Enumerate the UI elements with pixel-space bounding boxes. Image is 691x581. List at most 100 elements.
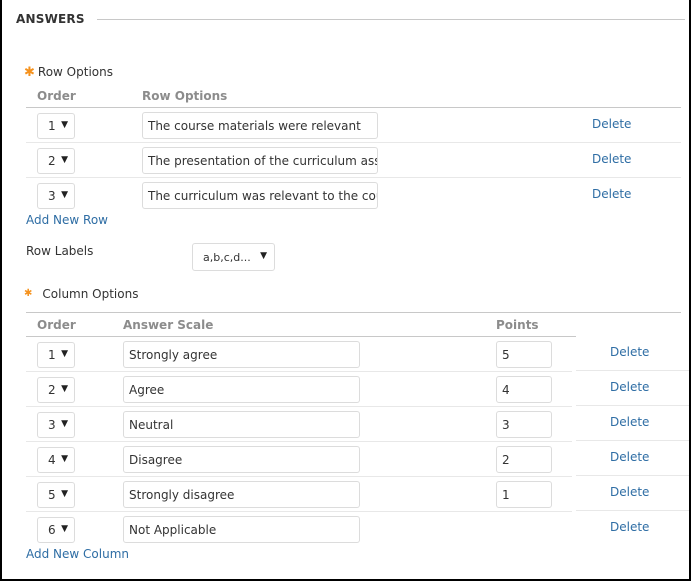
column-options-table-header: Order Answer Scale Points bbox=[26, 318, 681, 337]
caret-down-icon: ▼ bbox=[61, 349, 68, 359]
asterisk-icon: ✱ bbox=[24, 288, 33, 299]
answer-scale-text-input[interactable]: Neutral bbox=[123, 411, 360, 438]
column-option-row: 1 ▼ Strongly agree 5 bbox=[26, 337, 572, 372]
answer-scale-text-value: Neutral bbox=[129, 417, 174, 432]
points-value: 3 bbox=[502, 417, 510, 432]
points-value: 2 bbox=[502, 452, 510, 467]
column-order-select[interactable]: 5 ▼ bbox=[37, 482, 75, 508]
row-options-label-text: Row Options bbox=[37, 65, 113, 79]
delete-cell: Delete bbox=[576, 441, 689, 476]
caret-down-icon: ▼ bbox=[260, 251, 267, 261]
points-value: 5 bbox=[502, 347, 510, 362]
points-input[interactable]: 3 bbox=[496, 411, 552, 438]
row-option-text-value: The curriculum was relevant to the cour bbox=[148, 188, 378, 203]
column-option-row: 3 ▼ Neutral 3 bbox=[26, 407, 572, 442]
answers-panel: ANSWERS ✱ Row Options Order Row Options … bbox=[0, 0, 691, 581]
row-option-text-input[interactable]: The course materials were relevant bbox=[142, 112, 378, 139]
delete-row-link[interactable]: Delete bbox=[592, 117, 631, 131]
header-order: Order bbox=[37, 89, 76, 103]
delete-row-link[interactable]: Delete bbox=[592, 187, 631, 201]
caret-down-icon: ▼ bbox=[61, 489, 68, 499]
delete-row-link[interactable]: Delete bbox=[592, 152, 631, 166]
column-order-value: 5 bbox=[48, 488, 56, 502]
answer-scale-text-value: Not Applicable bbox=[129, 522, 217, 537]
row-order-select[interactable]: 3 ▼ bbox=[37, 183, 75, 209]
delete-cell: Delete bbox=[576, 406, 689, 441]
row-order-select[interactable]: 2 ▼ bbox=[37, 148, 75, 174]
row-order-value: 1 bbox=[48, 119, 56, 133]
answer-scale-text-input[interactable]: Strongly disagree bbox=[123, 481, 360, 508]
delete-column-link[interactable]: Delete bbox=[610, 450, 649, 464]
column-order-select[interactable]: 2 ▼ bbox=[37, 377, 75, 403]
answer-scale-text-input[interactable]: Not Applicable bbox=[123, 516, 360, 543]
delete-column-link[interactable]: Delete bbox=[610, 415, 649, 429]
points-input[interactable]: 2 bbox=[496, 446, 552, 473]
row-option-row: 2 ▼ The presentation of the curriculum a… bbox=[26, 143, 681, 178]
delete-cell: Delete bbox=[576, 476, 689, 511]
delete-cell: Delete bbox=[576, 511, 689, 546]
row-options-table-header: Order Row Options bbox=[26, 89, 681, 108]
caret-down-icon: ▼ bbox=[61, 524, 68, 534]
row-option-text-value: The course materials were relevant bbox=[148, 118, 361, 133]
column-order-value: 4 bbox=[48, 453, 56, 467]
caret-down-icon: ▼ bbox=[61, 120, 68, 130]
section-title: ANSWERS bbox=[16, 12, 85, 26]
column-order-select[interactable]: 1 ▼ bbox=[37, 342, 75, 368]
column-option-row: 2 ▼ Agree 4 bbox=[26, 372, 572, 407]
answer-scale-text-value: Agree bbox=[129, 382, 165, 397]
answer-scale-text-input[interactable]: Disagree bbox=[123, 446, 360, 473]
delete-cell: Delete bbox=[576, 336, 689, 371]
header-order: Order bbox=[37, 318, 76, 332]
column-option-row: 6 ▼ Not Applicable bbox=[26, 512, 572, 547]
delete-column-link[interactable]: Delete bbox=[610, 520, 649, 534]
row-labels-select[interactable]: a,b,c,d... ▼ bbox=[192, 243, 275, 271]
delete-column-link[interactable]: Delete bbox=[610, 380, 649, 394]
delete-column-link[interactable]: Delete bbox=[610, 485, 649, 499]
column-order-select[interactable]: 6 ▼ bbox=[37, 517, 75, 543]
column-order-value: 3 bbox=[48, 418, 56, 432]
points-input[interactable]: 1 bbox=[496, 481, 552, 508]
row-options-label: ✱ Row Options bbox=[24, 65, 113, 79]
delete-cell: Delete bbox=[576, 371, 689, 406]
answer-scale-text-value: Strongly agree bbox=[129, 347, 218, 362]
points-input[interactable]: 4 bbox=[496, 376, 552, 403]
points-value: 1 bbox=[502, 487, 510, 502]
section-header: ANSWERS bbox=[16, 10, 685, 28]
answer-scale-text-input[interactable]: Strongly agree bbox=[123, 341, 360, 368]
row-order-value: 2 bbox=[48, 154, 56, 168]
caret-down-icon: ▼ bbox=[61, 155, 68, 165]
row-option-text-input[interactable]: The curriculum was relevant to the cour bbox=[142, 182, 378, 209]
column-option-row: 4 ▼ Disagree 2 bbox=[26, 442, 572, 477]
column-order-value: 2 bbox=[48, 383, 56, 397]
header-row-options: Row Options bbox=[142, 89, 228, 103]
answer-scale-text-input[interactable]: Agree bbox=[123, 376, 360, 403]
column-options-label-text: Column Options bbox=[42, 287, 139, 301]
section-divider bbox=[96, 18, 685, 20]
caret-down-icon: ▼ bbox=[61, 190, 68, 200]
row-option-text-value: The presentation of the curriculum assis bbox=[148, 153, 378, 168]
answer-scale-text-value: Disagree bbox=[129, 452, 183, 467]
caret-down-icon: ▼ bbox=[61, 384, 68, 394]
column-order-select[interactable]: 4 ▼ bbox=[37, 447, 75, 473]
row-labels-selected-value: a,b,c,d... bbox=[203, 250, 251, 264]
column-order-select[interactable]: 3 ▼ bbox=[37, 412, 75, 438]
caret-down-icon: ▼ bbox=[61, 419, 68, 429]
column-options-top-rule bbox=[26, 312, 681, 313]
asterisk-icon: ✱ bbox=[24, 64, 35, 80]
row-order-select[interactable]: 1 ▼ bbox=[37, 113, 75, 139]
column-order-value: 6 bbox=[48, 523, 56, 537]
add-new-column-link[interactable]: Add New Column bbox=[26, 547, 129, 561]
add-new-row-link[interactable]: Add New Row bbox=[26, 213, 108, 227]
row-option-row: 1 ▼ The course materials were relevant D… bbox=[26, 108, 681, 143]
row-option-text-input[interactable]: The presentation of the curriculum assis bbox=[142, 147, 378, 174]
answer-scale-text-value: Strongly disagree bbox=[129, 487, 235, 502]
column-order-value: 1 bbox=[48, 348, 56, 362]
delete-column-link[interactable]: Delete bbox=[610, 345, 649, 359]
header-answer-scale: Answer Scale bbox=[123, 318, 214, 332]
caret-down-icon: ▼ bbox=[61, 454, 68, 464]
row-option-row: 3 ▼ The curriculum was relevant to the c… bbox=[26, 178, 681, 213]
points-value: 4 bbox=[502, 382, 510, 397]
row-labels-label: Row Labels bbox=[26, 244, 94, 258]
points-input[interactable]: 5 bbox=[496, 341, 552, 368]
column-options-label: ✱ Column Options bbox=[24, 287, 138, 301]
